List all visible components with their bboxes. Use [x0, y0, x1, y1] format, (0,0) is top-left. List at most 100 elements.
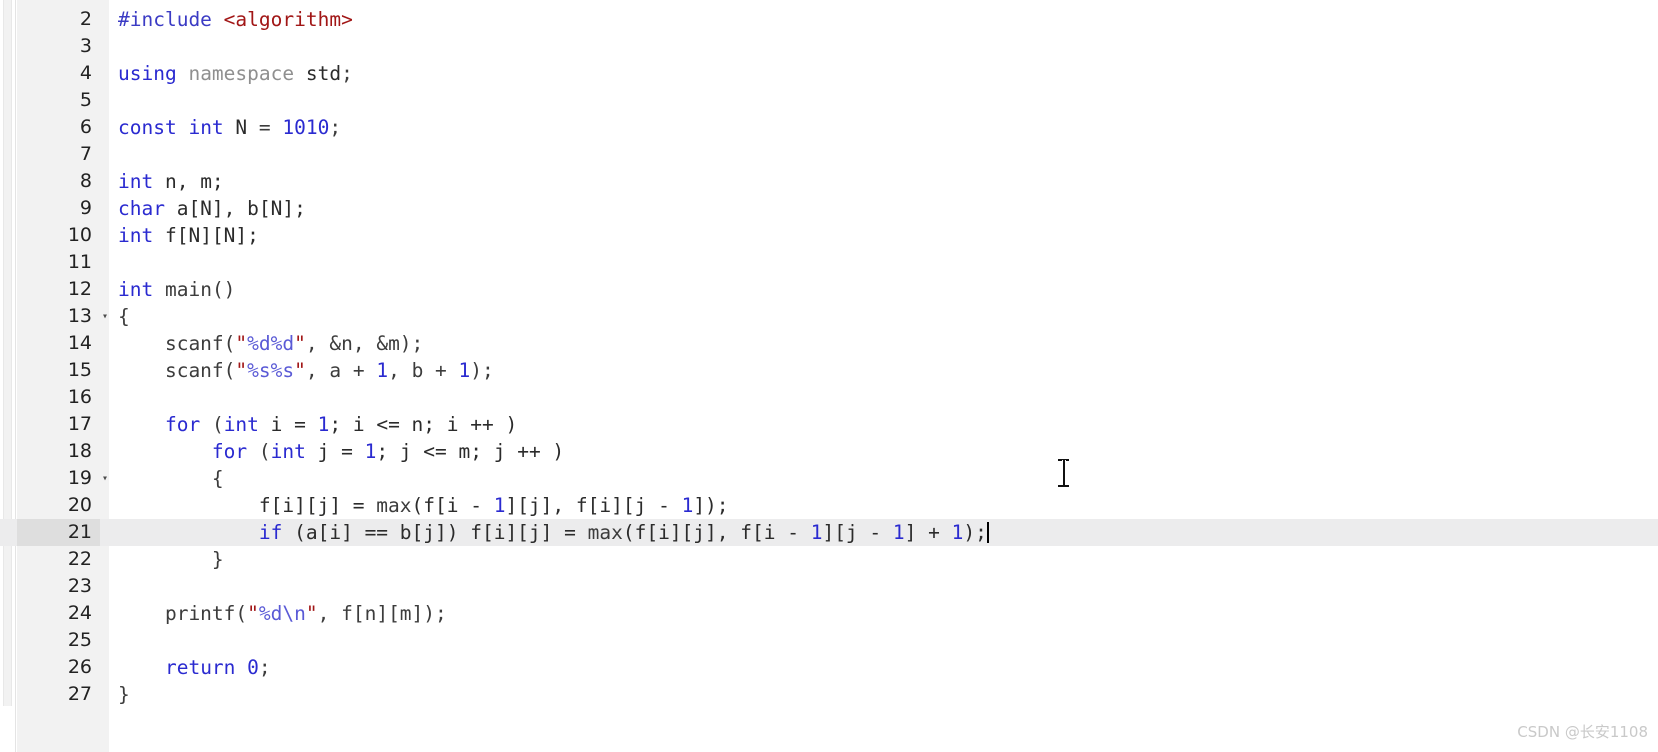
line-number: 20: [17, 492, 100, 519]
code-line-text[interactable]: }: [118, 546, 224, 573]
code-token-num: 1: [493, 494, 506, 517]
code-line[interactable]: 24 printf("%d\n", f[n][m]);: [0, 600, 1658, 627]
code-token-kw: int: [270, 440, 318, 463]
code-token-fn: printf: [118, 602, 236, 625]
code-token-id: );: [963, 521, 987, 544]
code-line-text[interactable]: for (int j = 1; j <= m; j ++ ): [118, 438, 564, 465]
code-editor[interactable]: 2 #include <algorithm> 3 4 using namespace s…: [0, 0, 1658, 752]
code-line[interactable]: 10 int f[N][N];: [0, 222, 1658, 249]
line-number: 27: [17, 681, 100, 708]
code-line[interactable]: 25: [0, 627, 1658, 654]
code-token-kw: int: [223, 413, 271, 436]
code-line[interactable]: 26 return 0;: [0, 654, 1658, 681]
code-line[interactable]: 21 if (a[i] == b[j]) f[i][j] = max(f[i][…: [0, 519, 1658, 546]
code-token-kw: if: [258, 521, 295, 544]
code-fold-toggle-icon[interactable]: ▾: [99, 303, 111, 330]
code-token-kw: for: [211, 440, 259, 463]
code-token-kw: int: [118, 170, 165, 193]
code-line[interactable]: 16: [0, 384, 1658, 411]
code-token-kw: for: [164, 413, 212, 436]
code-token-num: 1: [364, 440, 377, 463]
code-line-text[interactable]: int f[N][N];: [118, 222, 259, 249]
code-token-pp: #include: [118, 8, 224, 31]
code-line[interactable]: 17 for (int i = 1; i <= n; i ++ ): [0, 411, 1658, 438]
code-line-text[interactable]: int n, m;: [118, 168, 224, 195]
csdn-watermark: CSDN @长安1108: [1517, 723, 1648, 741]
code-line-text[interactable]: scanf("%s%s", a + 1, b + 1);: [118, 357, 494, 384]
code-line[interactable]: 12 int main(): [0, 276, 1658, 303]
code-line[interactable]: 20 f[i][j] = max(f[i - 1][j], f[i][j - 1…: [0, 492, 1658, 519]
code-line-text[interactable]: f[i][j] = max(f[i - 1][j], f[i][j - 1]);: [118, 492, 729, 519]
code-line[interactable]: 6 const int N = 1010;: [0, 114, 1658, 141]
line-number: 12: [17, 276, 100, 303]
code-token-str: ": [294, 332, 306, 355]
code-line-text[interactable]: #include <algorithm>: [118, 6, 353, 33]
code-line-text[interactable]: for (int i = 1; i <= n; i ++ ): [118, 411, 517, 438]
code-token-kw: const: [118, 116, 189, 139]
code-token-op: [118, 440, 212, 463]
line-number: 26: [17, 654, 100, 681]
code-token-fn: scanf: [118, 332, 224, 355]
code-line-text[interactable]: using namespace std;: [118, 60, 353, 87]
code-fold-toggle-icon[interactable]: ▾: [99, 465, 111, 492]
code-token-op: (): [211, 278, 236, 301]
code-line[interactable]: 15 scanf("%s%s", a + 1, b + 1);: [0, 357, 1658, 384]
code-line-text[interactable]: scanf("%d%d", &n, &m);: [118, 330, 423, 357]
code-line[interactable]: 14 scanf("%d%d", &n, &m);: [0, 330, 1658, 357]
code-token-op: [118, 656, 165, 679]
code-token-id: ; j <= m; j ++ ): [376, 440, 565, 463]
line-number: 21: [17, 519, 100, 546]
line-number: 6: [17, 114, 100, 141]
code-token-num: 1: [951, 521, 964, 544]
code-token-num: 0: [247, 656, 259, 679]
code-token-id: (f[i -: [411, 494, 494, 517]
code-line-text[interactable]: char a[N], b[N];: [118, 195, 306, 222]
code-line[interactable]: 27}: [0, 681, 1658, 708]
code-line-text[interactable]: {: [118, 303, 130, 330]
line-number: 2: [17, 6, 100, 33]
code-token-fn: max: [587, 521, 623, 544]
code-line[interactable]: 2 #include <algorithm>: [0, 6, 1658, 33]
code-token-num: 1: [376, 359, 389, 382]
code-line[interactable]: 23: [0, 573, 1658, 600]
code-token-kw: char: [118, 197, 177, 220]
code-token-fmt: %s%s: [247, 359, 295, 382]
code-line[interactable]: 8 int n, m;: [0, 168, 1658, 195]
code-token-id: n, m;: [164, 170, 224, 193]
code-token-id: ] +: [904, 521, 952, 544]
code-line-text[interactable]: return 0;: [118, 654, 271, 681]
code-token-op: ;: [341, 62, 353, 85]
line-number: 11: [17, 249, 100, 276]
code-line[interactable]: 4 using namespace std;: [0, 60, 1658, 87]
text-caret: [986, 522, 989, 543]
code-line-text[interactable]: int main(): [118, 276, 235, 303]
line-number: 9: [17, 195, 100, 222]
code-line[interactable]: 7: [0, 141, 1658, 168]
code-line-text[interactable]: {: [118, 465, 224, 492]
code-line[interactable]: 22 }: [0, 546, 1658, 573]
line-number: 17: [17, 411, 100, 438]
code-token-id: i =: [270, 413, 318, 436]
code-token-op: (: [235, 602, 248, 625]
code-token-num: 1: [681, 494, 694, 517]
code-line-text[interactable]: if (a[i] == b[j]) f[i][j] = max(f[i][j],…: [118, 519, 989, 546]
code-line-text[interactable]: }: [118, 681, 130, 708]
code-line[interactable]: 9 char a[N], b[N];: [0, 195, 1658, 222]
code-token-kw: int: [118, 278, 165, 301]
code-line[interactable]: 11: [0, 249, 1658, 276]
code-line[interactable]: 13 ▾ {: [0, 303, 1658, 330]
code-token-op: ;: [258, 656, 271, 679]
line-number: 3: [17, 33, 100, 60]
code-line-text[interactable]: const int N = 1010;: [118, 114, 341, 141]
code-token-op: [118, 413, 165, 436]
code-token-str: ": [235, 359, 248, 382]
code-line[interactable]: 3: [0, 33, 1658, 60]
code-token-op: }: [118, 548, 224, 571]
code-token-str: ": [247, 602, 259, 625]
code-line-text[interactable]: printf("%d\n", f[n][m]);: [118, 600, 447, 627]
code-token-id: f[i][j] =: [118, 494, 377, 517]
code-token-id: f[N][N];: [164, 224, 259, 247]
code-line[interactable]: 5: [0, 87, 1658, 114]
code-line[interactable]: 18 for (int j = 1; j <= m; j ++ ): [0, 438, 1658, 465]
code-line[interactable]: 19 ▾ {: [0, 465, 1658, 492]
